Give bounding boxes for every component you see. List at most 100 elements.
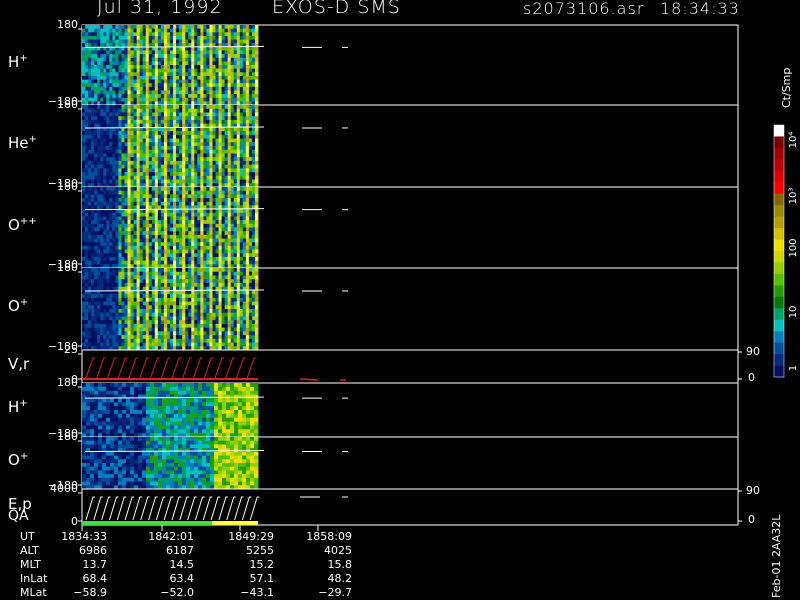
heatmap-cell xyxy=(248,223,253,228)
heatmap-cell xyxy=(97,335,101,340)
heatmap-cell xyxy=(197,119,201,125)
heatmap-cell xyxy=(239,223,244,228)
heatmap-cell xyxy=(142,260,147,265)
heatmap-cell xyxy=(176,157,180,162)
heatmap-cell xyxy=(179,220,183,225)
heatmap-cell xyxy=(242,134,247,139)
heatmap-cell xyxy=(194,323,198,329)
heatmap-cell xyxy=(112,260,116,265)
heatmap-cell xyxy=(173,227,177,232)
heatmap-cell xyxy=(160,153,165,158)
heatmap-cell xyxy=(142,108,147,113)
heatmap-cell xyxy=(88,179,92,184)
heatmap-cell xyxy=(166,271,171,276)
heatmap-cell xyxy=(221,28,226,33)
heatmap-cell xyxy=(251,149,256,154)
heatmap-cell xyxy=(176,301,180,306)
heatmap-cell xyxy=(145,25,150,30)
heatmap-cell xyxy=(103,316,107,321)
heatmap-cell xyxy=(103,160,107,166)
heatmap-cell xyxy=(245,168,250,173)
heatmap-cell xyxy=(148,227,153,232)
heatmap-cell xyxy=(248,142,253,147)
heatmap-cell xyxy=(188,68,192,73)
heatmap-cell xyxy=(136,32,141,37)
heatmap-cell xyxy=(160,190,165,195)
heatmap-cell xyxy=(115,194,119,199)
heatmap-cell xyxy=(85,32,89,37)
heatmap-cell xyxy=(218,65,222,70)
heatmap-cell xyxy=(115,134,119,139)
heatmap-cell xyxy=(176,46,180,51)
heatmap-cell xyxy=(133,79,138,84)
heatmap-cell xyxy=(197,220,201,225)
heatmap-cell xyxy=(206,39,210,44)
heatmap-cell xyxy=(130,25,134,30)
heatmap-cell xyxy=(173,190,177,195)
heatmap-cell xyxy=(224,90,229,95)
heatmap-cell xyxy=(182,209,186,214)
heatmap-cell xyxy=(185,312,189,317)
heatmap-cell xyxy=(148,65,153,70)
colorbar-cell xyxy=(774,147,784,160)
heatmap-cell xyxy=(166,342,171,347)
heatmap-cell xyxy=(224,253,229,258)
heatmap-cell xyxy=(179,268,183,273)
heatmap-cell xyxy=(191,157,195,162)
heatmap-cell xyxy=(176,220,180,225)
heatmap-cell xyxy=(112,294,116,299)
heatmap-cell xyxy=(118,190,122,195)
heatmap-cell xyxy=(139,32,144,37)
heatmap-cell xyxy=(218,97,222,102)
heatmap-cell xyxy=(91,231,95,236)
heatmap-cell xyxy=(91,205,95,210)
heatmap-cell xyxy=(230,35,235,40)
heatmap-cell xyxy=(212,172,216,177)
heatmap-cell xyxy=(203,127,207,132)
heatmap-cell xyxy=(136,342,141,347)
heatmap-cell xyxy=(121,301,125,306)
heatmap-cell xyxy=(191,212,195,217)
heatmap-cell xyxy=(163,309,168,314)
heatmap-cell xyxy=(163,279,168,284)
heatmap-cell xyxy=(100,65,104,70)
heatmap-cell xyxy=(166,335,171,340)
heatmap-cell xyxy=(194,28,198,33)
heatmap-cell xyxy=(94,323,98,329)
heatmap-cell xyxy=(124,309,128,314)
heatmap-cell xyxy=(142,131,147,136)
heatmap-cell xyxy=(103,335,107,340)
heatmap-cell xyxy=(88,54,92,59)
heatmap-cell xyxy=(215,220,219,225)
heatmap-cell xyxy=(136,223,141,228)
heatmap-cell xyxy=(121,179,125,184)
heatmap-cell xyxy=(130,297,134,302)
heatmap-cell xyxy=(179,68,183,73)
heatmap-cell xyxy=(179,242,183,247)
heatmap-cell xyxy=(182,201,186,206)
colorbar-cell xyxy=(774,319,784,332)
heatmap-cell xyxy=(88,305,92,310)
heatmap-cell xyxy=(179,160,183,166)
heatmap-cell xyxy=(163,268,168,273)
heatmap-cell xyxy=(248,168,253,173)
heatmap-cell xyxy=(239,220,244,225)
heatmap-cell xyxy=(224,61,229,66)
heatmap-cell xyxy=(100,231,104,236)
heatmap-cell xyxy=(139,271,144,276)
heatmap-cell xyxy=(200,35,204,40)
heatmap-cell xyxy=(173,305,177,310)
heatmap-cell xyxy=(109,25,113,30)
heatmap-cell xyxy=(163,234,168,239)
heatmap-cell xyxy=(254,94,259,99)
heatmap-cell xyxy=(85,205,89,210)
heatmap-cell xyxy=(82,168,86,173)
heatmap-cell xyxy=(133,108,138,113)
heatmap-cell xyxy=(82,127,86,132)
heatmap-cell xyxy=(163,323,168,329)
heatmap-cell xyxy=(91,323,95,329)
heatmap-cell xyxy=(151,54,156,59)
heatmap-cell xyxy=(218,268,222,273)
heatmap-cell xyxy=(191,105,195,110)
heatmap-cell xyxy=(239,190,244,195)
